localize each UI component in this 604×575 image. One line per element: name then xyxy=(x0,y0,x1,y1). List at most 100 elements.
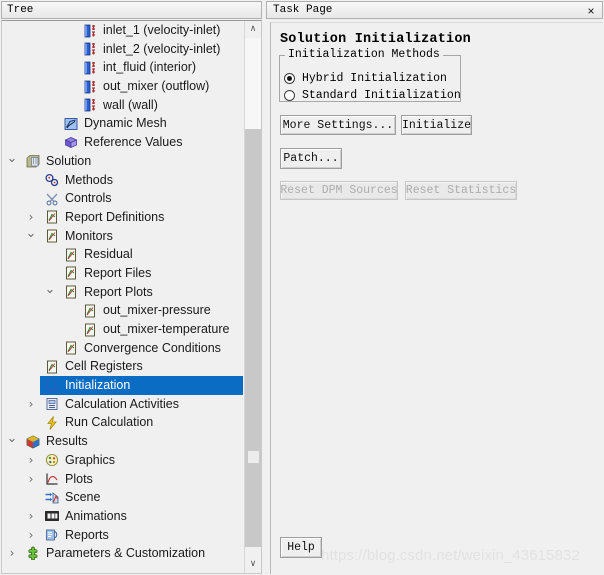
report-icon xyxy=(44,359,60,375)
tree-item-report-files[interactable]: Report Files xyxy=(2,264,243,283)
tree-item-label: Reference Values xyxy=(84,133,182,152)
scrollbar-thumb[interactable] xyxy=(245,129,261,547)
scrollbar-up-arrow-icon[interactable]: ∧ xyxy=(245,21,261,38)
tree-item-initialization[interactable]: 1:0 Initialization xyxy=(2,376,243,395)
reset-statistics-button[interactable]: Reset Statistics xyxy=(405,181,517,200)
tree-item-label: inlet_2 (velocity-inlet) xyxy=(103,40,220,59)
tree-item-label: Initialization xyxy=(65,376,130,395)
tree-item-wall-wall[interactable]: wall (wall) xyxy=(2,96,243,115)
report-icon xyxy=(63,340,79,356)
tree-item-label: wall (wall) xyxy=(103,96,158,115)
patch-button[interactable]: Patch... xyxy=(280,148,342,169)
initialization-methods-legend: Initialization Methods xyxy=(285,48,443,61)
tree-item-inlet-2-velocity-inlet[interactable]: inlet_2 (velocity-inlet) xyxy=(2,40,243,59)
tree-item-label: Solution xyxy=(46,152,91,171)
report-icon xyxy=(63,284,79,300)
tree-item-label: out_mixer-temperature xyxy=(103,320,229,339)
tree-item-label: Convergence Conditions xyxy=(84,339,221,358)
tree-item-label: Controls xyxy=(65,189,112,208)
report-icon xyxy=(44,209,60,225)
tree-item-run-calculation[interactable]: Run Calculation xyxy=(2,413,243,432)
tree-item-reports[interactable]: ›Reports xyxy=(2,526,243,545)
tree-item-inlet-1-velocity-inlet[interactable]: inlet_1 (velocity-inlet) xyxy=(2,21,243,40)
tree-item-label: Residual xyxy=(84,245,133,264)
tree-scroll-area: inlet_1 (velocity-inlet)inlet_2 (velocit… xyxy=(2,21,243,573)
report-icon xyxy=(44,228,60,244)
tree-item-methods[interactable]: Methods xyxy=(2,171,243,190)
tree-item-report-definitions[interactable]: ›Report Definitions xyxy=(2,208,243,227)
boundary-icon xyxy=(82,97,98,113)
solution-icon xyxy=(25,153,41,169)
tree-item-graphics[interactable]: ›Graphics xyxy=(2,451,243,470)
tree-item-controls[interactable]: Controls xyxy=(2,189,243,208)
tree-item-results[interactable]: ⌄Results xyxy=(2,432,243,451)
tree-item-out-mixer-outflow[interactable]: out_mixer (outflow) xyxy=(2,77,243,96)
scene-icon xyxy=(44,490,60,506)
tree-item-out-mixer-pressure[interactable]: out_mixer-pressure xyxy=(2,301,243,320)
tree-item-reference-values[interactable]: Reference Values xyxy=(2,133,243,152)
tree-item-label: Report Files xyxy=(84,264,151,283)
tree-item-cell-registers[interactable]: Cell Registers xyxy=(2,357,243,376)
radio-unselected-icon xyxy=(284,90,295,101)
tree-item-plots[interactable]: ›Plots xyxy=(2,470,243,489)
initialize-button[interactable]: Initialize xyxy=(401,115,472,135)
tree-vertical-scrollbar[interactable]: ∧ ∨ xyxy=(244,21,261,573)
tree-item-label: Dynamic Mesh xyxy=(84,114,167,133)
tree-item-label: out_mixer (outflow) xyxy=(103,77,209,96)
chevron-down-icon[interactable]: ⌄ xyxy=(6,152,18,171)
tree-item-calculation-activities[interactable]: ›Calculation Activities xyxy=(2,395,243,414)
task-page-body: Solution Initialization Initialization M… xyxy=(270,22,603,574)
chevron-right-icon[interactable]: › xyxy=(25,395,37,414)
tree-item-convergence-conditions[interactable]: Convergence Conditions xyxy=(2,339,243,358)
more-settings-button[interactable]: More Settings... xyxy=(280,115,396,135)
tree-item-label: inlet_1 (velocity-inlet) xyxy=(103,21,220,40)
close-icon[interactable]: × xyxy=(583,4,599,18)
tree-item-label: Report Plots xyxy=(84,283,153,302)
chevron-right-icon[interactable]: › xyxy=(6,544,18,563)
scrollbar-thumb-mark xyxy=(248,451,259,463)
chevron-right-icon[interactable]: › xyxy=(25,208,37,227)
reset-dpm-sources-button[interactable]: Reset DPM Sources xyxy=(280,181,398,200)
dynamic-mesh-icon xyxy=(63,116,79,132)
boundary-icon xyxy=(82,41,98,57)
tree-item-report-plots[interactable]: ⌄ Report Plots xyxy=(2,283,243,302)
chevron-right-icon[interactable]: › xyxy=(25,470,37,489)
chevron-down-icon[interactable]: ⌄ xyxy=(6,432,18,451)
reports-icon xyxy=(44,527,60,543)
tree-item-dynamic-mesh[interactable]: Dynamic Mesh xyxy=(2,114,243,133)
tree-item-out-mixer-temperature[interactable]: out_mixer-temperature xyxy=(2,320,243,339)
watermark-text: https://blog.csdn.net/weixin_43615832 xyxy=(321,547,580,564)
tree-item-parameters-customization[interactable]: ›Parameters & Customization xyxy=(2,544,243,563)
chevron-down-icon[interactable]: ⌄ xyxy=(44,283,56,302)
calc-activities-icon xyxy=(44,396,60,412)
tree-item-monitors[interactable]: ⌄Monitors xyxy=(2,227,243,246)
help-button[interactable]: Help xyxy=(280,537,322,558)
tree-item-solution[interactable]: ⌄ Solution xyxy=(2,152,243,171)
radio-hybrid-initialization-label: Hybrid Initialization xyxy=(302,71,447,86)
tree-item-label: int_fluid (interior) xyxy=(103,58,196,77)
radio-standard-initialization-label: Standard Initialization xyxy=(302,88,461,103)
chevron-right-icon[interactable]: › xyxy=(25,507,37,526)
chevron-down-icon[interactable]: ⌄ xyxy=(25,227,37,246)
scrollbar-track-upper[interactable] xyxy=(245,38,261,129)
task-page-header: Task Page × xyxy=(266,1,603,19)
scrollbar-down-arrow-icon[interactable]: ∨ xyxy=(245,556,261,573)
tree-item-residual[interactable]: Residual xyxy=(2,245,243,264)
animations-icon xyxy=(44,508,60,524)
tree-item-animations[interactable]: ›Animations xyxy=(2,507,243,526)
fluent-window: Tree inlet_1 (velocity-inlet)inlet_2 (ve… xyxy=(0,0,604,575)
task-page-title-bar-label: Task Page xyxy=(273,4,332,16)
chevron-right-icon[interactable]: › xyxy=(25,451,37,470)
initialization-icon: 1:0 xyxy=(44,378,60,394)
report-icon xyxy=(63,265,79,281)
boundary-icon xyxy=(82,23,98,39)
controls-icon xyxy=(44,191,60,207)
tree-item-int-fluid-interior[interactable]: int_fluid (interior) xyxy=(2,58,243,77)
plots-icon xyxy=(44,471,60,487)
chevron-right-icon[interactable]: › xyxy=(25,526,37,545)
tree-item-scene[interactable]: Scene xyxy=(2,488,243,507)
reference-values-icon xyxy=(63,135,79,151)
tree-panel-body: inlet_1 (velocity-inlet)inlet_2 (velocit… xyxy=(1,20,262,574)
tree-panel-header: Tree xyxy=(1,1,262,19)
boundary-icon xyxy=(82,79,98,95)
